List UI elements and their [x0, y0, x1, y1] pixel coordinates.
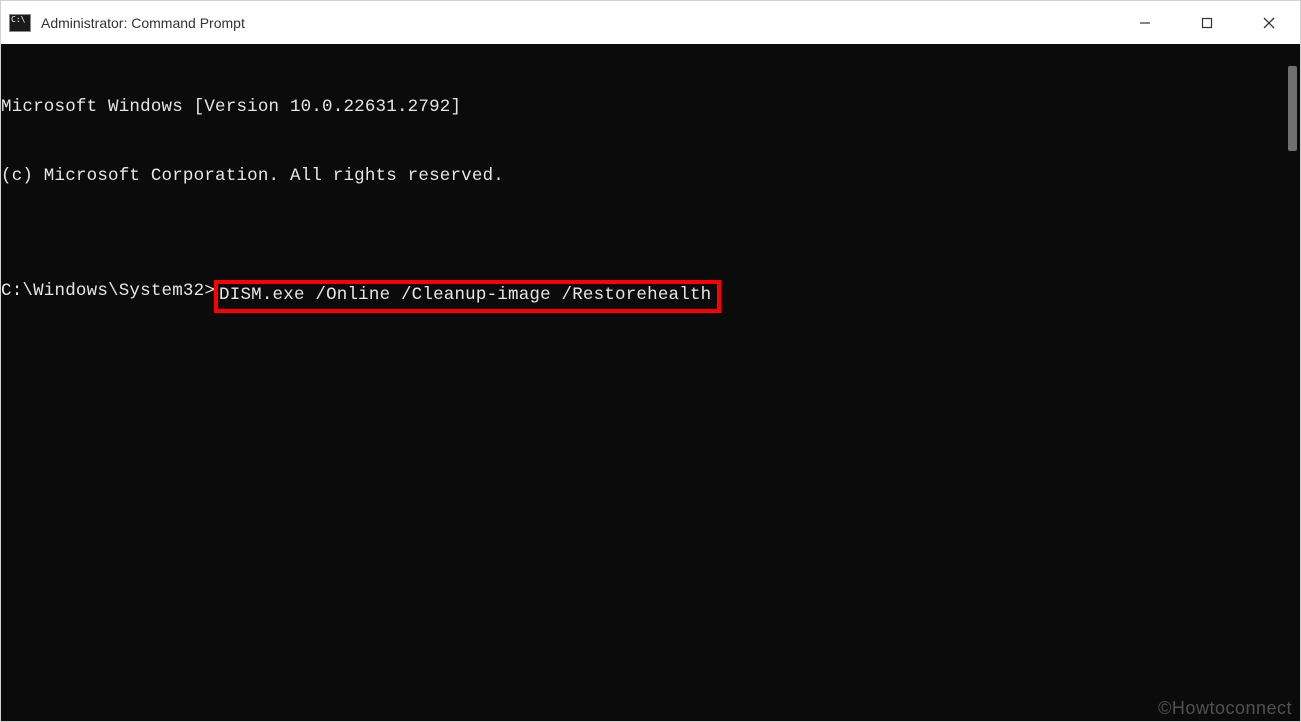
command-text: DISM.exe /Online /Cleanup-image /Restore…	[219, 285, 711, 305]
scrollbar-thumb[interactable]	[1288, 66, 1297, 151]
minimize-button[interactable]	[1114, 1, 1176, 44]
close-button[interactable]	[1238, 1, 1300, 44]
minimize-icon	[1139, 17, 1151, 29]
output-line: Microsoft Windows [Version 10.0.22631.27…	[1, 96, 1276, 119]
maximize-button[interactable]	[1176, 1, 1238, 44]
window-title: Administrator: Command Prompt	[41, 15, 245, 31]
cmd-icon	[9, 14, 31, 32]
maximize-icon	[1201, 17, 1213, 29]
close-icon	[1262, 16, 1276, 30]
terminal-area[interactable]: Microsoft Windows [Version 10.0.22631.27…	[1, 44, 1300, 721]
command-highlight: DISM.exe /Online /Cleanup-image /Restore…	[214, 280, 721, 313]
app-window: Administrator: Command Prompt	[0, 0, 1301, 722]
output-line: (c) Microsoft Corporation. All rights re…	[1, 165, 1276, 188]
titlebar[interactable]: Administrator: Command Prompt	[1, 1, 1300, 44]
scrollbar-track[interactable]	[1283, 44, 1300, 721]
prompt-prefix: C:\Windows\System32>	[1, 280, 215, 303]
terminal-output: Microsoft Windows [Version 10.0.22631.27…	[1, 44, 1276, 721]
window-controls	[1114, 1, 1300, 44]
watermark: ©Howtoconnect	[1158, 698, 1292, 719]
prompt-line: C:\Windows\System32>DISM.exe /Online /Cl…	[1, 280, 1276, 313]
